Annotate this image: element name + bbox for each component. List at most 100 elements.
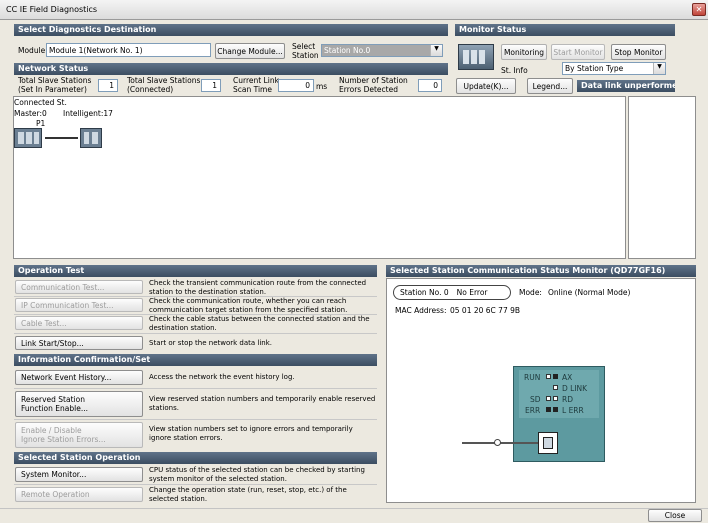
select-destination-header: Select Diagnostics Destination	[14, 24, 448, 36]
ethernet-port-icon	[538, 432, 558, 454]
station-detail-panel	[628, 96, 696, 259]
ip-communication-test-button[interactable]: IP Communication Test...	[15, 298, 143, 312]
total-param-value: 1	[98, 79, 118, 92]
network-status-header: Network Status	[14, 63, 448, 75]
data-link-status: Data link unperformed	[577, 80, 675, 92]
total-connected-label-2: (Connected)	[127, 85, 174, 94]
scan-time-label: Current Link	[233, 76, 279, 85]
window-title: CC IE Field Diagnostics	[6, 5, 98, 14]
ignore-station-errors-label-2: Ignore Station Errors...	[21, 435, 106, 444]
communication-test-button[interactable]: Communication Test...	[15, 280, 143, 294]
led-sd-label: SD	[530, 395, 541, 404]
errors-detected-label: Number of Station	[339, 76, 408, 85]
mode-label: Mode:	[519, 288, 542, 297]
divider	[14, 484, 377, 485]
station-select[interactable]: Station No.0 ▼	[321, 44, 443, 57]
st-info-select-value: By Station Type	[565, 64, 624, 73]
close-button[interactable]: Close	[648, 509, 702, 522]
intelligent-station-icon[interactable]	[80, 128, 102, 148]
led-ax-label: AX	[562, 373, 573, 382]
led-run	[546, 374, 551, 379]
led-lerr	[553, 407, 558, 412]
start-monitor-button[interactable]: Start Monitor	[551, 44, 605, 60]
module-label: Module	[18, 46, 46, 55]
network-event-history-desc: Access the network the event history log…	[149, 373, 295, 381]
update-button[interactable]: Update(K)...	[456, 78, 516, 94]
station-select-value: Station No.0	[324, 46, 371, 55]
ignore-station-errors-desc: View station numbers set to ignore error…	[149, 425, 353, 442]
connected-station-label: Connected St.	[14, 98, 67, 107]
legend-button[interactable]: Legend...	[527, 78, 573, 94]
total-param-label-2: (Set In Parameter)	[18, 85, 87, 94]
system-monitor-button[interactable]: System Monitor...	[15, 467, 143, 482]
scan-time-label-2: Scan Time	[233, 85, 272, 94]
cable-test-desc: Check the cable status between the conne…	[149, 315, 370, 332]
divider	[14, 388, 377, 389]
led-lerr-label: L ERR	[562, 406, 584, 415]
chevron-down-icon: ▼	[653, 63, 665, 74]
master-station-icon[interactable]	[14, 128, 42, 148]
stop-monitor-button[interactable]: Stop Monitor	[611, 44, 666, 60]
mode-value: Online (Normal Mode)	[548, 288, 631, 297]
selected-station-op-header: Selected Station Operation	[14, 452, 377, 464]
led-rd-label: RD	[562, 395, 573, 404]
cable-test-button[interactable]: Cable Test...	[15, 316, 143, 330]
remote-operation-desc: Change the operation state (run, reset, …	[149, 486, 347, 503]
station-error-text: No Error	[456, 288, 488, 297]
select-station-label: Select	[292, 42, 316, 51]
link-start-stop-desc: Start or stop the network data link.	[149, 339, 273, 347]
window-close-icon[interactable]: ✕	[692, 3, 706, 16]
system-monitor-desc: CPU status of the selected station can b…	[149, 466, 365, 483]
mac-address-label: MAC Address:	[395, 306, 447, 315]
network-event-history-button[interactable]: Network Event History...	[15, 370, 143, 385]
errors-detected-label-2: Errors Detected	[339, 85, 398, 94]
reserved-station-desc: View reserved station numbers and tempor…	[149, 395, 376, 412]
topology-canvas	[13, 96, 626, 259]
ip-communication-test-desc: Check the communication route, whether y…	[149, 297, 348, 314]
errors-detected-value: 0	[418, 79, 442, 92]
module-field: Module 1(Network No. 1)	[46, 43, 211, 57]
intelligent-label: Intelligent:17	[63, 109, 113, 118]
monitoring-status: Monitoring	[501, 44, 547, 60]
reserved-station-label-2: Function Enable...	[21, 404, 88, 413]
port-label: P1	[36, 119, 46, 128]
change-module-button[interactable]: Change Module...	[215, 43, 285, 59]
divider	[14, 419, 377, 420]
master-label: Master:0	[14, 109, 47, 118]
total-connected-label: Total Slave Stations	[127, 76, 201, 85]
footer-divider	[0, 508, 708, 509]
ignore-station-errors-label-1: Enable / Disable	[21, 426, 82, 435]
mac-address-value: 05 01 20 6C 77 9B	[450, 306, 521, 315]
ignore-station-errors-button[interactable]: Enable / Disable Ignore Station Errors..…	[15, 422, 143, 448]
title-bar: CC IE Field Diagnostics ✕	[0, 0, 708, 20]
st-info-label: St. Info	[501, 66, 528, 75]
select-station-label-2: Station	[292, 51, 319, 60]
led-rd	[553, 396, 558, 401]
network-cable-line	[45, 137, 78, 139]
station-status-pill: Station No. 0 No Error	[393, 285, 511, 300]
led-err-label: ERR	[525, 406, 541, 415]
monitor-status-header: Monitor Status	[455, 24, 675, 36]
port-connector-icon	[494, 439, 501, 446]
st-info-select[interactable]: By Station Type ▼	[562, 62, 666, 75]
led-dlink	[553, 385, 558, 390]
led-run-label: RUN	[524, 373, 541, 382]
led-dlink-label: D LINK	[562, 384, 588, 393]
info-confirm-header: Information Confirmation/Set	[14, 354, 377, 366]
reserved-station-button[interactable]: Reserved Station Function Enable...	[15, 391, 143, 417]
remote-operation-button[interactable]: Remote Operation	[15, 487, 143, 502]
total-connected-value: 1	[201, 79, 221, 92]
comm-monitor-header: Selected Station Communication Status Mo…	[386, 265, 696, 277]
chevron-down-icon: ▼	[430, 45, 442, 56]
led-ax	[553, 374, 558, 379]
station-number-text: Station No. 0	[400, 288, 449, 297]
divider	[14, 333, 377, 334]
monitoring-indicator-icon	[458, 44, 494, 70]
communication-test-desc: Check the transient communication route …	[149, 279, 367, 296]
reserved-station-label-1: Reserved Station	[21, 395, 85, 404]
led-err	[546, 407, 551, 412]
link-start-stop-button[interactable]: Link Start/Stop...	[15, 336, 143, 350]
total-param-label: Total Slave Stations	[18, 76, 92, 85]
operation-test-header: Operation Test	[14, 265, 377, 277]
scan-time-unit: ms	[316, 82, 328, 91]
